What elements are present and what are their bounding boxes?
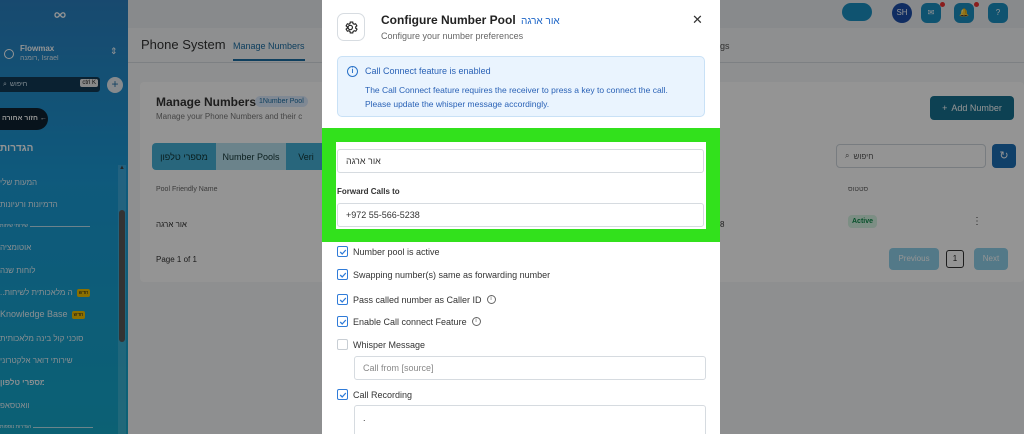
gear-icon xyxy=(337,13,365,41)
configure-number-pool-modal: Configure Number Pool אור ארגה Configure… xyxy=(322,0,720,434)
info-alert: i Call Connect feature is enabled The Ca… xyxy=(337,56,705,117)
whisper-message-input[interactable]: Call from [source] xyxy=(354,356,706,380)
pass-caller-id-checkbox[interactable]: Pass called number as Caller ID i xyxy=(337,294,496,305)
call-connect-checkbox[interactable]: Enable Call connect Feature i xyxy=(337,316,481,327)
checkbox-checked-icon[interactable] xyxy=(337,316,348,327)
checkbox-unchecked-icon[interactable] xyxy=(337,339,348,350)
forward-calls-input[interactable]: +972 55-566-5238 xyxy=(337,203,704,227)
call-recording-checkbox[interactable]: Call Recording xyxy=(337,389,412,400)
info-title: Call Connect feature is enabled xyxy=(365,66,491,76)
pool-active-checkbox[interactable]: Number pool is active xyxy=(337,246,440,257)
checkbox-checked-icon[interactable] xyxy=(337,269,348,280)
call-recording-textarea[interactable]: . xyxy=(354,405,706,434)
info-icon: i xyxy=(347,66,358,77)
info-text: The Call Connect feature requires the re… xyxy=(365,85,668,109)
forward-calls-label: Forward Calls to xyxy=(337,187,400,196)
pool-name-input[interactable]: אור ארגה xyxy=(337,149,704,173)
info-tooltip-icon[interactable]: i xyxy=(486,295,496,304)
swapping-number-checkbox[interactable]: Swapping number(s) same as forwarding nu… xyxy=(337,269,550,280)
modal-title: Configure Number Pool אור ארגה xyxy=(381,13,560,27)
info-tooltip-icon[interactable]: i xyxy=(471,317,481,326)
pool-name: אור ארגה xyxy=(521,16,560,27)
pool-fields: אור ארגה Forward Calls to +972 55-566-52… xyxy=(336,142,706,229)
highlight-box: אור ארגה Forward Calls to +972 55-566-52… xyxy=(322,128,720,242)
checkbox-checked-icon[interactable] xyxy=(337,246,348,257)
modal-subtitle: Configure your number preferences xyxy=(381,31,524,41)
whisper-message-checkbox[interactable]: Whisper Message xyxy=(337,339,425,350)
close-icon[interactable]: ✕ xyxy=(692,12,703,28)
checkbox-checked-icon[interactable] xyxy=(337,294,348,305)
checkbox-checked-icon[interactable] xyxy=(337,389,348,400)
